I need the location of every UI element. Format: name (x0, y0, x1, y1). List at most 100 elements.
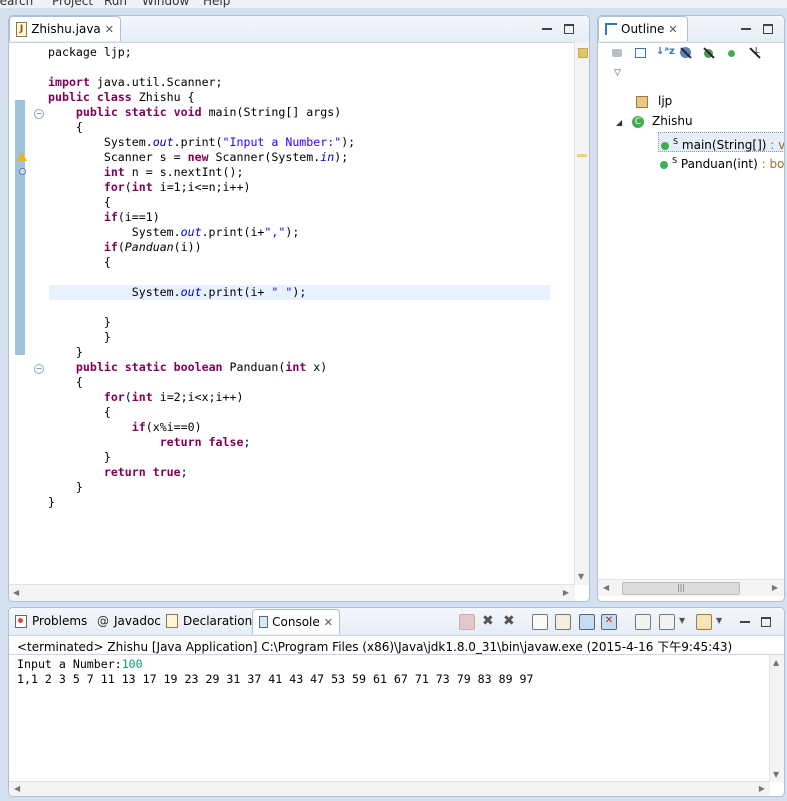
fold-collapse-icon[interactable]: − (34, 109, 44, 119)
close-icon[interactable]: ✕ (324, 617, 333, 628)
editor-horizontal-scrollbar[interactable]: ◀ ▶ (9, 584, 575, 601)
close-icon[interactable]: ✕ (668, 24, 677, 35)
outline-item-package[interactable]: ljp (636, 92, 672, 110)
hide-local-types-icon[interactable]: L (748, 46, 762, 60)
sort-icon[interactable]: ↓ᵃz (656, 46, 675, 60)
maximize-icon[interactable] (564, 24, 574, 34)
tab-console[interactable]: Console ✕ (252, 609, 340, 634)
close-icon[interactable]: ✕ (105, 24, 114, 35)
scroll-thumb[interactable]: ||| (622, 582, 740, 595)
view-menu-icon[interactable]: ▽ (614, 68, 628, 82)
java-file-icon: J (16, 21, 28, 37)
breakpoint-marker-icon[interactable] (19, 168, 26, 175)
minimize-icon[interactable] (741, 28, 751, 30)
collapse-all-icon[interactable] (611, 46, 625, 60)
code-token: package ljp; (48, 45, 132, 59)
hide-non-public-icon[interactable] (702, 46, 716, 60)
scroll-lock-icon[interactable] (532, 614, 548, 630)
display-console-icon[interactable] (635, 614, 651, 630)
code-line: } (48, 450, 111, 465)
code-token: java.util.Scanner; (89, 75, 223, 89)
tab-problems[interactable]: Problems (15, 614, 87, 628)
code-line: public static void main(String[] args) (48, 105, 341, 120)
pin-console-icon[interactable] (579, 614, 595, 630)
terminate-icon[interactable] (459, 614, 475, 630)
tab-javadoc[interactable]: @ Javadoc (97, 614, 161, 628)
code-token: for (103, 390, 125, 404)
minimize-icon[interactable] (542, 28, 552, 30)
code-token: void (173, 105, 202, 119)
code-line: public class Zhishu { (48, 90, 195, 105)
scroll-right-icon[interactable]: ▶ (772, 583, 778, 592)
menu-search[interactable]: Search (0, 0, 33, 8)
fold-collapse-icon[interactable]: − (34, 364, 44, 374)
editor-vertical-scrollbar[interactable]: ▼ (574, 42, 589, 585)
code-line: } (48, 330, 111, 345)
code-token: ( (124, 390, 132, 404)
tab-declaration[interactable]: Declaration (166, 614, 252, 628)
chevron-down-icon[interactable]: ▼ (716, 616, 722, 625)
remove-launch-icon[interactable]: ✖ (482, 614, 496, 628)
open-console-icon[interactable] (659, 614, 675, 630)
outline-item-panduan[interactable]: S Panduan(int) : boolean (658, 152, 784, 171)
scroll-left-icon[interactable]: ◀ (14, 784, 20, 793)
code-token: "," (264, 225, 286, 239)
console-prompt-line: Input a Number:100 (17, 657, 143, 671)
editor-tab[interactable]: J Zhishu.java ✕ (9, 16, 121, 41)
outline-tab-label: Outline (621, 22, 665, 36)
green-dot-icon[interactable] (725, 46, 739, 60)
code-token: } (48, 315, 111, 329)
code-token: true (152, 465, 181, 479)
code-token: false (208, 435, 244, 449)
remove-all-icon[interactable]: ✖ (503, 614, 517, 628)
public-method-icon (660, 160, 668, 169)
outline-horizontal-scrollbar[interactable]: ◀ ||| ▶ (598, 579, 784, 596)
outline-item-class[interactable]: ◢ C Zhishu (616, 112, 693, 130)
code-token: Panduan (124, 240, 174, 254)
code-token: Scanner s = (48, 150, 188, 164)
scroll-right-icon[interactable]: ▶ (759, 784, 765, 793)
console-panel: Problems @ Javadoc Declaration Console ✕… (8, 607, 785, 797)
minimize-icon[interactable] (740, 621, 750, 623)
scroll-down-icon[interactable]: ▼ (578, 572, 584, 581)
expand-arrow-icon[interactable]: ◢ (616, 118, 622, 127)
code-token: public (48, 90, 90, 104)
console-tabbar: Problems @ Javadoc Declaration Console ✕… (9, 608, 784, 636)
menu-help[interactable]: Help (203, 0, 230, 8)
scroll-up-icon[interactable]: ▲ (773, 658, 779, 667)
code-token: (x%i==0) (145, 420, 202, 434)
scroll-right-icon[interactable]: ▶ (563, 588, 569, 597)
editor-panel: J Zhishu.java ✕ − − package ljp; import j… (8, 15, 590, 602)
outline-tab[interactable]: Outline ✕ (598, 16, 688, 41)
new-console-icon[interactable] (696, 614, 712, 630)
word-wrap-icon[interactable]: ✕ (601, 614, 617, 630)
scroll-down-icon[interactable]: ▼ (773, 770, 779, 779)
maximize-icon[interactable] (763, 24, 773, 34)
console-horizontal-scrollbar[interactable]: ◀ ▶ (9, 781, 770, 796)
menu-project[interactable]: Project (52, 0, 93, 8)
console-user-input: 100 (121, 657, 143, 671)
scroll-left-icon[interactable]: ◀ (13, 588, 19, 597)
code-token: Panduan( (222, 360, 286, 374)
console-vertical-scrollbar[interactable]: ▲ ▼ (769, 655, 784, 782)
show-on-output-icon[interactable] (555, 614, 571, 630)
hide-static-icon[interactable] (679, 46, 693, 60)
hide-fields-icon[interactable] (634, 46, 648, 60)
outline-item-main[interactable]: S main(String[]) : void (658, 132, 784, 152)
console-output-area[interactable]: Input a Number:100 1,1 2 3 5 7 11 13 17 … (9, 654, 784, 796)
menu-window[interactable]: Window (142, 0, 189, 8)
chevron-down-icon[interactable]: ▼ (679, 616, 685, 625)
menu-run[interactable]: Run (104, 0, 127, 8)
editor-tabbar: J Zhishu.java ✕ (9, 16, 589, 43)
maximize-icon[interactable] (761, 617, 771, 627)
overview-warning-marker (577, 154, 587, 157)
scroll-left-icon[interactable]: ◀ (603, 583, 609, 592)
code-line: return false; (48, 435, 251, 450)
warning-icon[interactable] (17, 152, 27, 161)
code-token: out (152, 135, 174, 149)
